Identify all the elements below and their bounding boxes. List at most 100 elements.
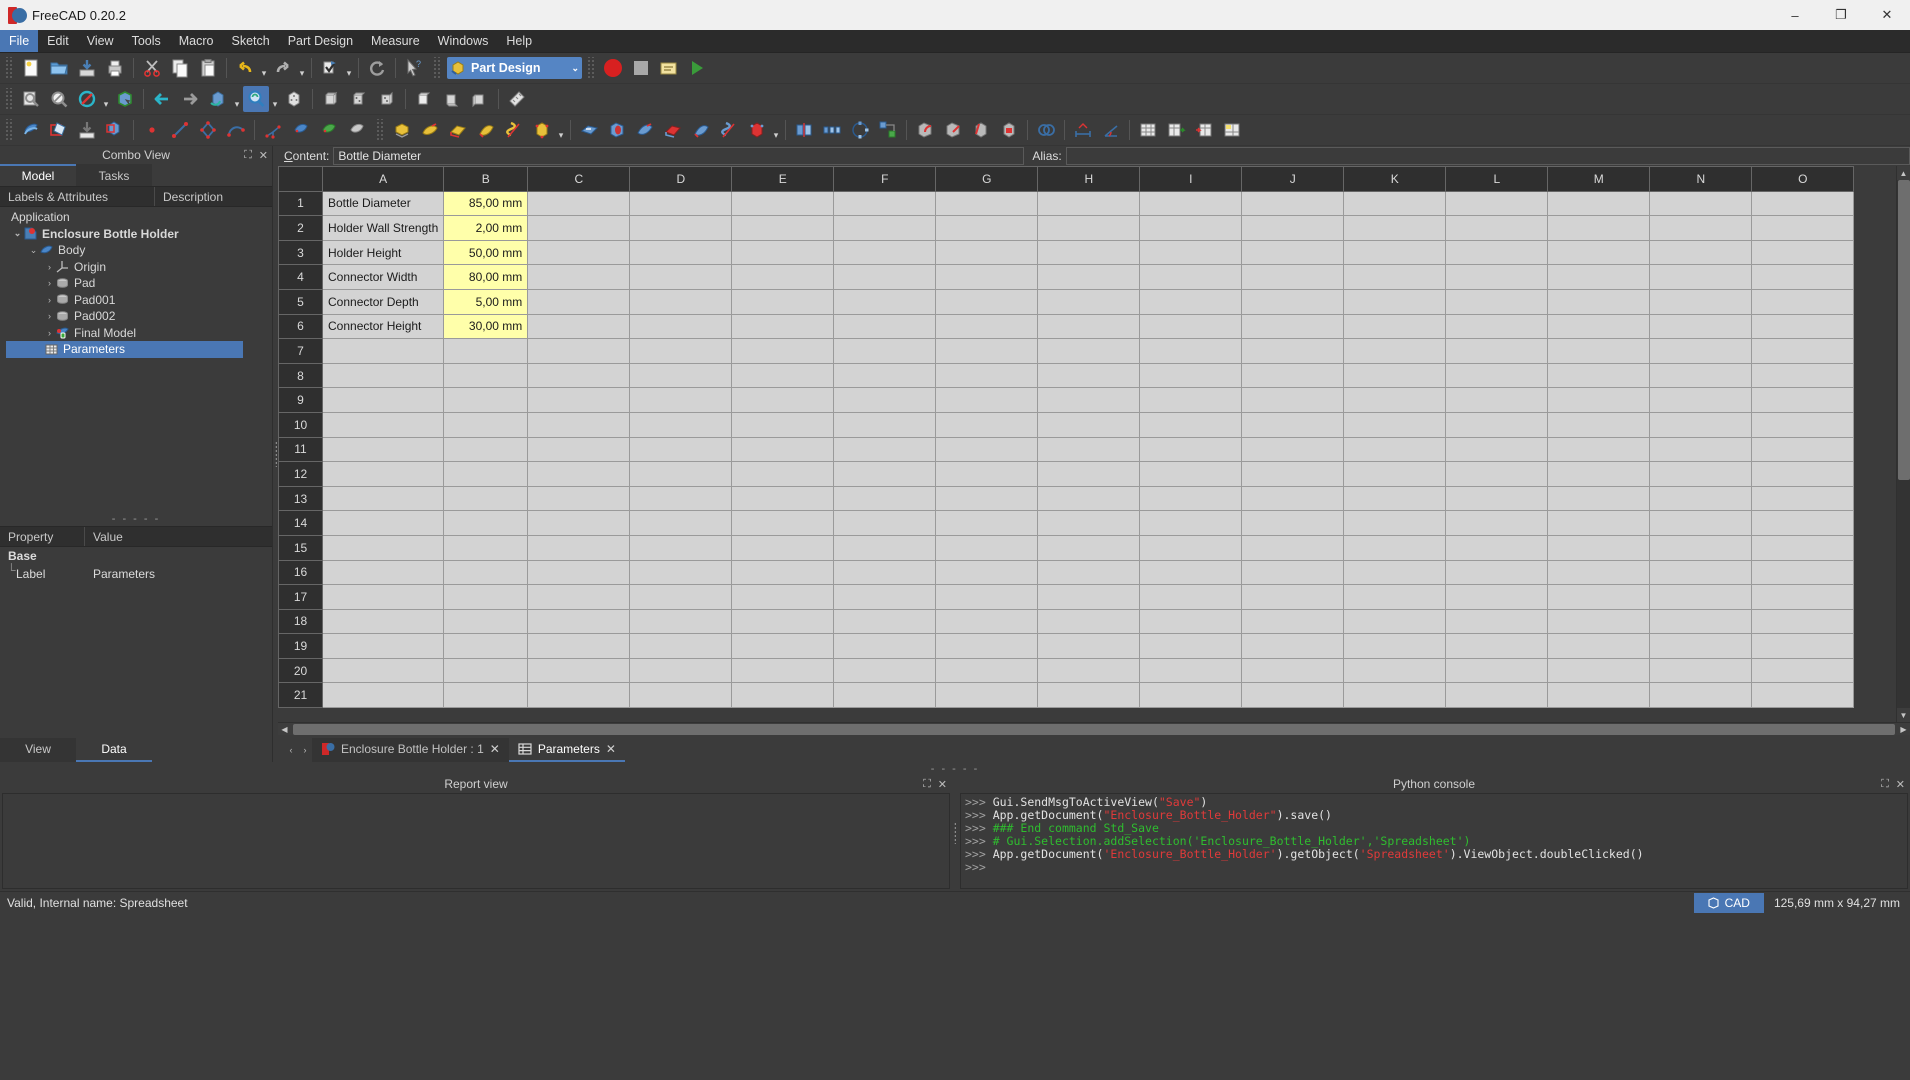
new-document-button[interactable] [18, 55, 44, 81]
cell-N8[interactable] [1649, 362, 1753, 389]
python-console-output[interactable]: >>> Gui.SendMsgToActiveView("Save") >>> A… [960, 793, 1908, 889]
cell-H10[interactable] [1037, 411, 1141, 438]
cell-G18[interactable] [935, 608, 1039, 635]
cell-a18[interactable] [321, 608, 445, 635]
column-header-n[interactable]: N [1649, 166, 1753, 192]
cell-O17[interactable] [1751, 584, 1855, 610]
sketch-line-button[interactable] [167, 117, 193, 143]
cell-J10[interactable] [1241, 411, 1345, 438]
cell-E6[interactable] [731, 313, 835, 340]
cell-L9[interactable] [1445, 387, 1549, 413]
cell-E20[interactable] [731, 657, 835, 684]
print-button[interactable] [102, 55, 128, 81]
cell-H16[interactable] [1037, 559, 1141, 586]
cell-L21[interactable] [1445, 682, 1549, 709]
macro-stop-button[interactable] [628, 55, 654, 81]
chevron-down-icon[interactable]: ▾ [556, 117, 566, 143]
cell-G2[interactable] [935, 215, 1039, 241]
cell-O9[interactable] [1751, 387, 1855, 413]
cell-G12[interactable] [935, 461, 1039, 487]
chamfer-button[interactable] [940, 117, 966, 143]
cell-C11[interactable] [527, 436, 631, 463]
cell-b2[interactable]: 2,00 mm [443, 215, 529, 241]
cell-O20[interactable] [1751, 657, 1855, 684]
cell-K15[interactable] [1343, 534, 1447, 561]
sketch-polyline-button[interactable] [195, 117, 221, 143]
cell-C4[interactable] [527, 264, 631, 290]
cell-D7[interactable] [629, 338, 733, 364]
cell-D16[interactable] [629, 559, 733, 586]
float-icon[interactable]: ⛶ [1881, 778, 1889, 791]
create-body-button[interactable] [18, 117, 44, 143]
menu-item-file[interactable]: File [0, 30, 39, 52]
cell-I20[interactable] [1139, 657, 1243, 684]
cell-M15[interactable] [1547, 534, 1651, 561]
cell-D8[interactable] [629, 362, 733, 389]
cell-I7[interactable] [1139, 338, 1243, 364]
datum-point-button[interactable] [344, 117, 370, 143]
cell-J16[interactable] [1241, 559, 1345, 586]
cell-E7[interactable] [731, 338, 835, 364]
workbench-selector[interactable]: Part Design ⌄ [447, 57, 582, 79]
copy-button[interactable] [167, 55, 193, 81]
dock-splitter[interactable]: - - - - - [0, 762, 1910, 775]
sketch-axis-button[interactable] [260, 117, 286, 143]
column-header-h[interactable]: H [1037, 166, 1141, 192]
cell-K5[interactable] [1343, 288, 1447, 315]
cell-I14[interactable] [1139, 510, 1243, 536]
menu-item-sketch[interactable]: Sketch [223, 30, 279, 52]
expand-arrow-icon[interactable]: › [44, 311, 55, 321]
cell-a6[interactable]: Connector Height [321, 313, 445, 340]
cell-H12[interactable] [1037, 461, 1141, 487]
cell-b21[interactable] [443, 682, 529, 709]
close-icon[interactable]: ✕ [1896, 778, 1905, 791]
float-icon[interactable]: ⛶ [923, 778, 931, 791]
export-spreadsheet-button[interactable] [1163, 117, 1189, 143]
cell-M11[interactable] [1547, 436, 1651, 463]
cell-M12[interactable] [1547, 461, 1651, 487]
cell-L17[interactable] [1445, 584, 1549, 610]
cell-b8[interactable] [443, 362, 529, 389]
select-all-corner[interactable] [278, 166, 323, 192]
cell-O6[interactable] [1751, 313, 1855, 340]
cell-C18[interactable] [527, 608, 631, 635]
cell-a1[interactable]: Bottle Diameter [321, 190, 445, 217]
draft-button[interactable] [968, 117, 994, 143]
row-header[interactable]: 19 [278, 633, 323, 659]
cell-C16[interactable] [527, 559, 631, 586]
cell-L13[interactable] [1445, 485, 1549, 512]
additive-loft-button[interactable] [445, 117, 471, 143]
cell-J14[interactable] [1241, 510, 1345, 536]
cell-N9[interactable] [1649, 387, 1753, 413]
cell-M13[interactable] [1547, 485, 1651, 512]
cell-a15[interactable] [321, 534, 445, 561]
cell-C8[interactable] [527, 362, 631, 389]
cell-F11[interactable] [833, 436, 937, 463]
cell-F21[interactable] [833, 682, 937, 709]
expand-arrow-icon[interactable]: › [44, 328, 55, 338]
close-icon[interactable]: ✕ [490, 742, 500, 756]
fillet-button[interactable] [912, 117, 938, 143]
row-header[interactable]: 3 [278, 239, 323, 266]
menu-item-macro[interactable]: Macro [170, 30, 223, 52]
cell-b10[interactable] [443, 411, 529, 438]
cell-E21[interactable] [731, 682, 835, 709]
cell-L15[interactable] [1445, 534, 1549, 561]
cell-E14[interactable] [731, 510, 835, 536]
toolbar-grip[interactable] [4, 119, 13, 141]
menu-item-tools[interactable]: Tools [123, 30, 170, 52]
cell-b5[interactable]: 5,00 mm [443, 288, 529, 315]
cell-C14[interactable] [527, 510, 631, 536]
cell-C3[interactable] [527, 239, 631, 266]
close-icon[interactable]: ✕ [606, 742, 616, 756]
row-header[interactable]: 20 [278, 657, 323, 684]
cell-b11[interactable] [443, 436, 529, 463]
cell-a4[interactable]: Connector Width [321, 264, 445, 290]
paste-button[interactable] [195, 55, 221, 81]
cell-J4[interactable] [1241, 264, 1345, 290]
cell-H9[interactable] [1037, 387, 1141, 413]
tab-view[interactable]: View [0, 738, 76, 762]
cell-D9[interactable] [629, 387, 733, 413]
row-header[interactable]: 9 [278, 387, 323, 413]
row-header[interactable]: 5 [278, 288, 323, 315]
